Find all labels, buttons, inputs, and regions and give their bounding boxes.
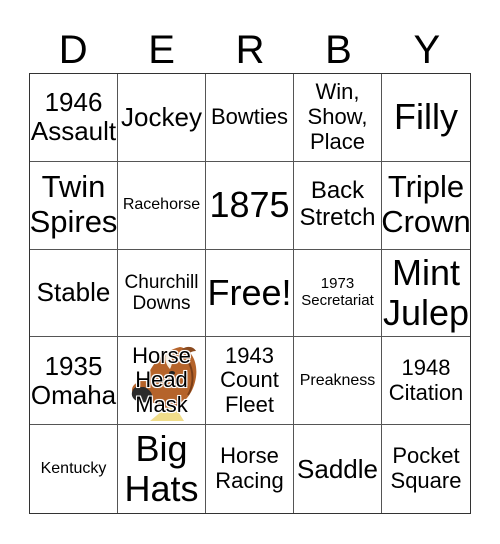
bingo-cell-r3-c3[interactable]: Free! (206, 249, 294, 338)
bingo-cell-r3-c4[interactable]: 1973 Secretariat (294, 249, 382, 338)
bingo-cell-r5-c4[interactable]: Saddle (294, 425, 382, 513)
bingo-cell-text: Churchill Downs (124, 271, 199, 314)
bingo-cell-text: Kentucky (40, 460, 107, 478)
bingo-cell-text: Stable (36, 277, 111, 308)
bingo-cell-r3-c5[interactable]: Mint Julep (382, 250, 470, 338)
bingo-cell-text: 1973 Secretariat (301, 275, 374, 309)
bingo-cell-r4-c2[interactable]: Horse Head Mask (118, 337, 206, 426)
bingo-cell-text: 1946 Assault (30, 87, 117, 147)
bingo-cell-text: 1943 Count Fleet (220, 342, 279, 418)
bingo-cell-r2-c4[interactable]: Back Stretch (294, 161, 382, 250)
bingo-cell-r2-c2[interactable]: Racehorse (118, 161, 206, 250)
bingo-cell-text: Win, Show, Place (307, 79, 368, 154)
bingo-cell-r4-c1[interactable]: 1935 Omaha (30, 337, 118, 426)
bingo-cell-text: Filly (394, 96, 458, 138)
bingo-cell-r3-c2[interactable]: Churchill Downs (118, 249, 206, 338)
bingo-cell-r1-c4[interactable]: Win, Show, Place (294, 74, 382, 162)
bingo-cell-text: Pocket Square (390, 443, 462, 494)
bingo-cell-r5-c1[interactable]: Kentucky (30, 425, 118, 513)
bingo-cell-text: Twin Spires (30, 169, 118, 240)
header-letter-e: E (148, 28, 175, 72)
bingo-cell-text: Preakness (299, 371, 376, 389)
bingo-cell-text: Bowties (210, 104, 289, 130)
bingo-cell-r1-c1[interactable]: 1946 Assault (30, 74, 118, 162)
bingo-cell-text: Jockey (121, 101, 202, 132)
header-letter-d: D (58, 28, 88, 72)
bingo-cell-text: Horse Racing (215, 443, 284, 494)
bingo-cell-r1-c3[interactable]: Bowties (206, 74, 294, 162)
bingo-cell-r1-c5[interactable]: Filly (382, 74, 470, 162)
bingo-header: D E R B Y (29, 28, 471, 72)
bingo-grid: 1946 Assault Jockey Bowties Win, Show, P… (29, 73, 471, 514)
bingo-cell-r5-c3[interactable]: Horse Racing (206, 425, 294, 513)
bingo-cell-r2-c3[interactable]: 1875 (206, 161, 294, 250)
bingo-cell-text: Saddle (297, 453, 378, 484)
header-letter-r: R (235, 28, 265, 72)
bingo-cell-text: 1875 (209, 184, 290, 226)
bingo-cell-text: Triple Crown (382, 169, 470, 240)
bingo-cell-r5-c5[interactable]: Pocket Square (382, 425, 470, 513)
bingo-cell-text: 1935 Omaha (30, 350, 117, 410)
header-letter-y: Y (413, 28, 441, 72)
bingo-cell-text: 1948 Citation (388, 355, 464, 405)
bingo-cell-text: Back Stretch (299, 177, 376, 232)
header-letter-b: B (325, 28, 352, 72)
bingo-cell-r4-c4[interactable]: Preakness (294, 337, 382, 426)
bingo-cell-r2-c1[interactable]: Twin Spires (30, 161, 118, 250)
bingo-cell-r2-c5[interactable]: Triple Crown (382, 162, 470, 250)
bingo-cell-text: Free! (207, 271, 292, 313)
bingo-cell-r4-c3[interactable]: 1943 Count Fleet (206, 337, 294, 426)
bingo-cell-text: Racehorse (122, 196, 201, 214)
bingo-cell-r5-c2[interactable]: Big Hats (118, 425, 206, 513)
bingo-cell-r3-c1[interactable]: Stable (30, 249, 118, 338)
bingo-cell-r4-c5[interactable]: 1948 Citation (382, 337, 470, 426)
bingo-cell-text: Horse Head Mask (132, 342, 191, 418)
bingo-cell-text: Mint Julep (382, 251, 470, 333)
bingo-cell-text: Big Hats (124, 427, 199, 510)
bingo-cell-r1-c2[interactable]: Jockey (118, 74, 206, 162)
